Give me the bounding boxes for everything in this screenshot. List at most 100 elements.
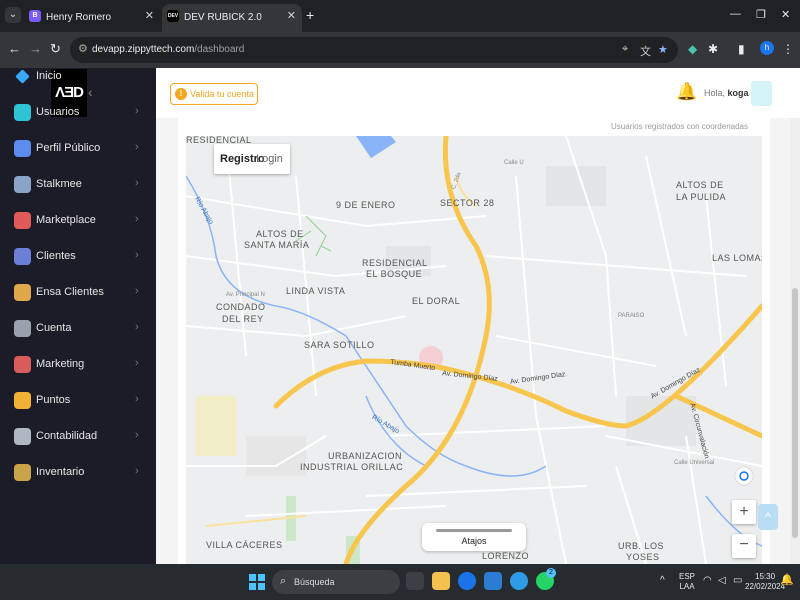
translate-icon[interactable]: 文 xyxy=(640,43,651,59)
neighborhood-label: URBANIZACION xyxy=(328,451,403,461)
shortcuts-button[interactable]: Atajos xyxy=(422,523,526,551)
sidebar-item-label: Perfil Público xyxy=(36,142,101,154)
browser-tab-strip: ⌄ B Henry Romero ✕ DEV DEV RUBICK 2.0 ✕ … xyxy=(0,0,800,32)
profile-avatar[interactable]: h xyxy=(760,41,774,55)
taskbar-search[interactable]: ⌕ Búsqueda xyxy=(272,570,400,594)
back-icon[interactable]: ← xyxy=(8,41,21,56)
main-content: ! Valida tu cuenta 🔔 Hola, koga Usuarios… xyxy=(156,68,800,564)
profile-icon xyxy=(14,140,31,157)
sidebar-item-label: Marketing xyxy=(36,358,85,370)
sidebar-item-label: Inventario xyxy=(36,466,85,478)
tab-title: DEV RUBICK 2.0 xyxy=(184,12,262,23)
puzzle-icon[interactable]: ✱ xyxy=(708,42,718,56)
sidebar-item-stalkmee[interactable]: Stalkmee › xyxy=(0,171,156,199)
notification-icon[interactable]: 🔔 xyxy=(780,575,794,586)
neighborhood-label: LORENZO xyxy=(482,551,530,561)
chevron-right-icon: › xyxy=(135,249,139,261)
sidebar-item-marketplace[interactable]: Marketplace › xyxy=(0,207,156,235)
forward-icon[interactable]: → xyxy=(29,41,42,56)
url-text: devapp.zippyttech.com/dashboard xyxy=(92,44,245,55)
avatar[interactable] xyxy=(751,81,772,106)
neighborhood-label: EL BOSQUE xyxy=(366,269,423,279)
map-view[interactable]: RESIDENCIAL 9 DE ENERO SECTOR 28 ALTOS D… xyxy=(186,136,762,564)
notification-bell-icon[interactable]: 🔔 xyxy=(676,82,697,102)
neighborhood-label: LA PULIDA xyxy=(676,192,727,202)
neighborhood-label: INDUSTRIAL ORILLAC xyxy=(300,462,404,472)
chevron-right-icon: › xyxy=(135,321,139,333)
zoom-out-button[interactable]: − xyxy=(732,534,756,558)
neighborhood-label: URB. LOS xyxy=(618,541,665,551)
sidebar-item-label: Contabilidad xyxy=(36,430,98,442)
file-explorer-icon[interactable] xyxy=(432,572,450,590)
sidebar-item-perfil-p-blico[interactable]: Perfil Público › xyxy=(0,135,156,163)
neighborhood-label: SARA SOTILLO xyxy=(304,340,375,350)
tab-search-button[interactable]: ⌄ xyxy=(5,7,21,23)
sidebar: ΛƎD ‹ Inicio Usuarios › Perfil Público › Stal… xyxy=(0,68,156,564)
sidebar-item-inicio[interactable]: Inicio xyxy=(0,63,156,91)
chevron-right-icon: › xyxy=(135,465,139,477)
scrollbar-thumb[interactable] xyxy=(792,288,798,538)
sidebar-item-usuarios[interactable]: Usuarios › xyxy=(0,99,156,127)
neighborhood-label: EL DORAL xyxy=(412,296,461,306)
extension-icon[interactable]: ◆ xyxy=(688,42,697,56)
vscode-icon[interactable] xyxy=(484,572,502,590)
user-circle-icon xyxy=(14,104,31,121)
neighborhood-label: LAS LOMAS xyxy=(712,253,762,263)
neighborhood-label: DEL REY xyxy=(222,314,264,324)
sidebar-item-clientes[interactable]: Clientes › xyxy=(0,243,156,271)
info-icon: ! xyxy=(175,88,187,100)
building-icon xyxy=(14,428,31,445)
reload-icon[interactable]: ↻ xyxy=(50,41,61,57)
sidebar-item-inventario[interactable]: Inventario › xyxy=(0,459,156,487)
page-scrollbar[interactable] xyxy=(790,118,800,564)
close-icon[interactable]: ✕ xyxy=(145,9,154,22)
sidebar-item-contabilidad[interactable]: Contabilidad › xyxy=(0,423,156,451)
neighborhood-label: CONDADO xyxy=(216,302,266,312)
window-close-icon[interactable]: ✕ xyxy=(781,8,790,21)
chrome-icon[interactable] xyxy=(458,572,476,590)
tab-title: Henry Romero xyxy=(46,12,112,23)
chevron-right-icon: › xyxy=(135,177,139,189)
tab-login[interactable]: Login xyxy=(256,153,283,165)
side-panel-icon[interactable]: ▮ xyxy=(738,42,745,56)
minimize-icon[interactable]: — xyxy=(730,8,741,20)
location-icon[interactable]: ⌖ xyxy=(622,43,628,56)
sidebar-item-puntos[interactable]: Puntos › xyxy=(0,387,156,415)
search-icon: ⌕ xyxy=(280,575,287,587)
app-icon[interactable] xyxy=(510,572,528,590)
bookmark-star-icon[interactable]: ★ xyxy=(658,43,668,56)
chevron-right-icon: › xyxy=(135,393,139,405)
restore-icon[interactable]: ❐ xyxy=(756,8,766,21)
zoom-in-button[interactable]: + xyxy=(732,500,756,524)
language-indicator[interactable]: ESP LAA xyxy=(679,572,695,592)
map-caption: Usuarios registrados con coordenadas xyxy=(611,122,748,131)
windows-start-icon[interactable] xyxy=(249,574,265,590)
neighborhood-label: PARAISO xyxy=(618,313,645,319)
sidebar-item-label: Marketplace xyxy=(36,214,96,226)
address-bar[interactable]: ⚙ devapp.zippyttech.com/dashboard ⌖ 文 ★ xyxy=(70,37,678,63)
chevron-up-icon[interactable]: ^ xyxy=(660,576,665,586)
new-tab-button[interactable]: + xyxy=(306,7,314,23)
sidebar-item-cuenta[interactable]: Cuenta › xyxy=(0,315,156,343)
validate-account-button[interactable]: ! Valida tu cuenta xyxy=(170,83,258,105)
road-label: Calle Universal xyxy=(674,460,715,466)
site-info-icon[interactable]: ⚙ xyxy=(78,42,88,55)
sidebar-item-ensa-clientes[interactable]: Ensa Clientes › xyxy=(0,279,156,307)
battery-icon[interactable]: ▭ xyxy=(733,576,742,586)
map-type-control: Registro Login xyxy=(214,144,290,174)
wifi-icon[interactable]: ◠ xyxy=(703,576,712,586)
road-label: Av. Principal N xyxy=(226,292,265,298)
greeting: Hola, koga xyxy=(704,88,749,98)
task-view-icon[interactable] xyxy=(406,572,424,590)
sidebar-item-marketing[interactable]: Marketing › xyxy=(0,351,156,379)
browser-tab-active[interactable]: DEV DEV RUBICK 2.0 ✕ xyxy=(162,4,302,32)
volume-icon[interactable]: ◁ xyxy=(718,576,726,586)
tab-favicon: DEV xyxy=(167,10,179,22)
browser-tab[interactable]: B Henry Romero ✕ xyxy=(24,4,160,32)
neighborhood-label: VILLA CÁCERES xyxy=(206,540,283,550)
close-icon[interactable]: ✕ xyxy=(287,9,296,22)
sidebar-item-label: Inicio xyxy=(36,70,62,82)
scroll-to-top-button[interactable]: ^ xyxy=(758,504,778,530)
menu-kebab-icon[interactable]: ⋮ xyxy=(782,42,794,56)
sidebar-item-label: Ensa Clientes xyxy=(36,286,104,298)
